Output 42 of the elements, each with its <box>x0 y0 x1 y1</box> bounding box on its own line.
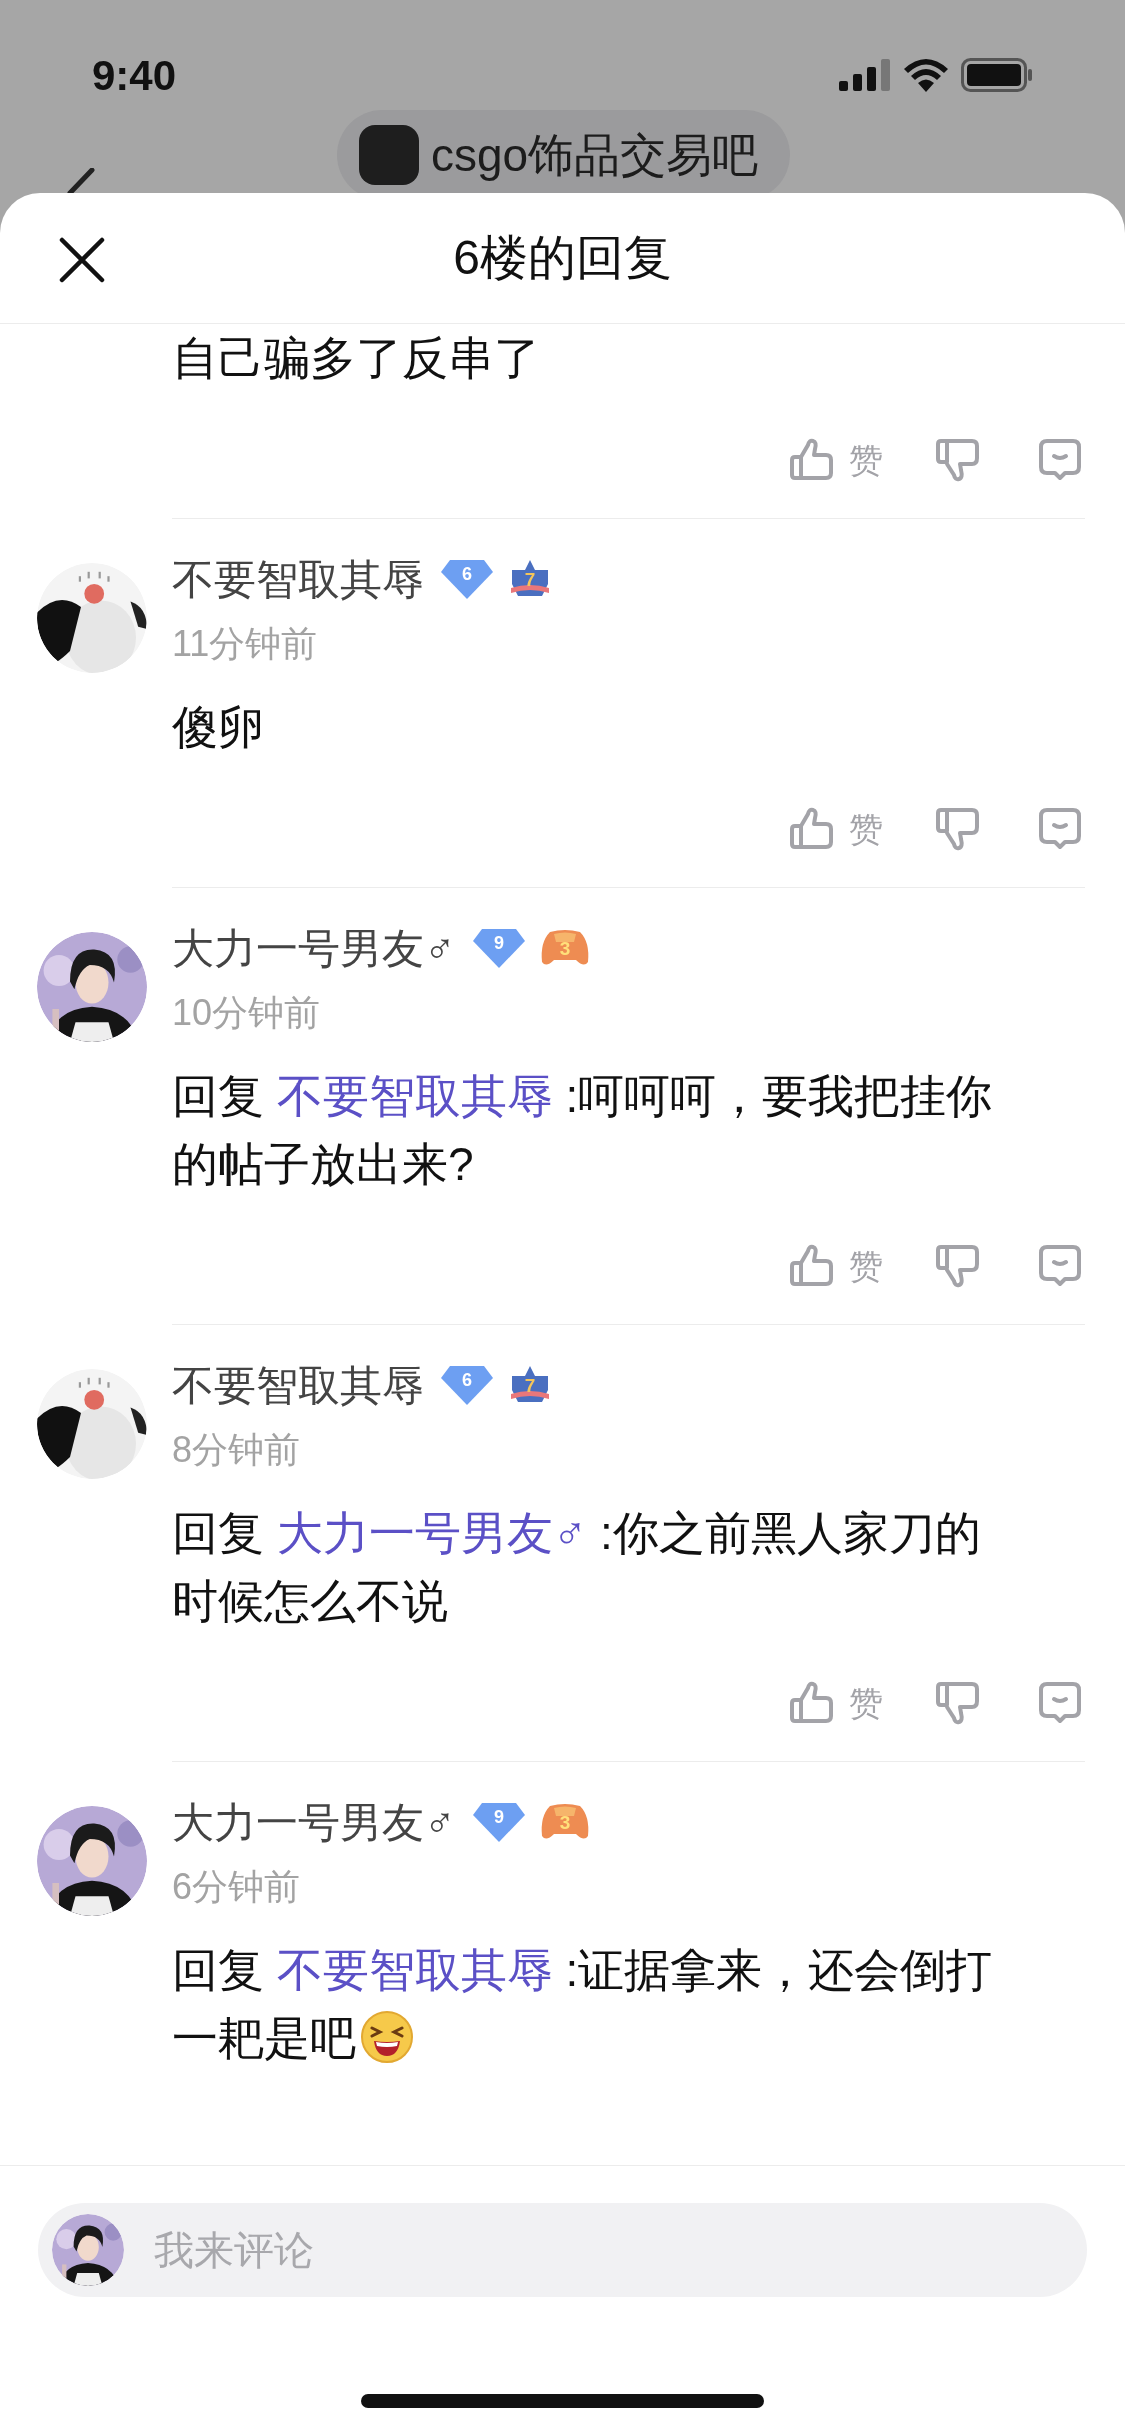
controller-badge: 3 <box>539 1802 590 1842</box>
thumbs-down-icon[interactable] <box>935 1680 981 1726</box>
thumbs-down-icon[interactable] <box>935 806 981 852</box>
thumbs-up-icon[interactable] <box>789 1680 835 1726</box>
comment-text: 傻卵 <box>172 700 265 755</box>
username[interactable]: 不要智取其辱 <box>172 547 424 611</box>
comment-icon[interactable] <box>1037 437 1083 483</box>
username[interactable]: 大力一号男友♂ <box>172 1790 456 1854</box>
thumbs-up-icon[interactable] <box>789 806 835 852</box>
timestamp: 11分钟前 <box>172 622 318 666</box>
battery-icon <box>961 58 1033 92</box>
comment-text: 回复 不要智取其辱 :证据拿来，还会倒打一耙是吧 <box>172 1943 994 2066</box>
thumbs-down-icon[interactable] <box>935 1243 981 1289</box>
status-time: 9:40 <box>92 50 177 101</box>
mention-link[interactable]: 大力一号男友♂ <box>276 1507 588 1559</box>
sheet-title: 6楼的回复 <box>453 230 672 286</box>
level-badge: 9 <box>471 1801 526 1843</box>
forum-icon <box>359 125 419 185</box>
laughing-emoji-icon <box>360 2010 414 2064</box>
level-badge: 9 <box>471 927 526 969</box>
username[interactable]: 不要智取其辱 <box>172 1353 424 1417</box>
comment-text: 自己骗多了反串了 <box>172 331 541 386</box>
mention-link[interactable]: 不要智取其辱 <box>276 1070 553 1122</box>
wifi-icon <box>903 58 949 92</box>
thumbs-up-icon[interactable] <box>789 1243 835 1289</box>
thumbs-up-icon[interactable] <box>789 437 835 483</box>
signal-icon <box>839 59 891 91</box>
thumbs-down-icon[interactable] <box>935 437 981 483</box>
comment-icon[interactable] <box>1037 1243 1083 1289</box>
level-badge: 6 <box>440 558 494 600</box>
comment-text: 回复 不要智取其辱 :呵呵呵，要我把挂你的帖子放出来? <box>172 1069 994 1192</box>
level-badge: 6 <box>440 1364 494 1406</box>
timestamp: 6分钟前 <box>172 1865 301 1909</box>
timestamp: 10分钟前 <box>172 991 321 1035</box>
comment-icon[interactable] <box>1037 1680 1083 1726</box>
comment-icon[interactable] <box>1037 806 1083 852</box>
comment-text: 回复 大力一号男友♂ :你之前黑人家刀的时候怎么不说 <box>172 1506 982 1629</box>
timestamp: 8分钟前 <box>172 1428 301 1472</box>
controller-badge: 3 <box>539 928 590 968</box>
close-icon[interactable] <box>58 236 106 284</box>
username[interactable]: 大力一号男友♂ <box>172 916 456 980</box>
mention-link[interactable]: 不要智取其辱 <box>276 1944 553 1996</box>
